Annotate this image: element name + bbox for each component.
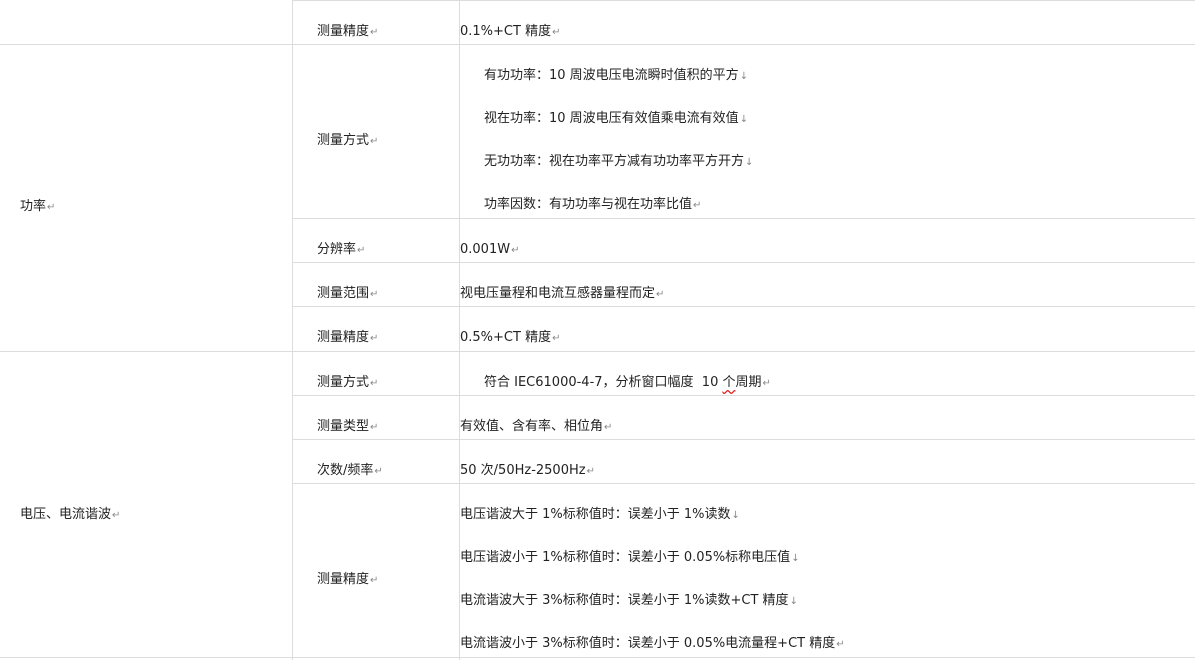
param-value-line: 无功功率：视在功率平方减有功功率平方开方↓ (484, 154, 754, 169)
param-value: 0.5%+CT 精度↵ (460, 330, 561, 345)
param-label: 分辨率↵ (317, 242, 366, 257)
param-label: 测量精度↵ (317, 24, 379, 39)
rule (0, 351, 1195, 352)
param-value-line: 电流谐波小于 3%标称值时：误差小于 0.05%电流量程+CT 精度↵ (460, 636, 845, 651)
col-divider-1 (292, 0, 293, 660)
param-label: 测量精度↵ (317, 330, 379, 345)
param-value-line: 功率因数：有功功率与视在功率比值↵ (484, 197, 702, 212)
rule (292, 262, 1195, 263)
param-value-line: 有功功率：10 周波电压电流瞬时值积的平方↓ (484, 68, 749, 83)
param-label: 测量方式↵ (317, 133, 379, 148)
param-value: 0.1%+CT 精度↵ (460, 24, 561, 39)
param-label: 测量范围↵ (317, 286, 379, 301)
group-label: 功率↵ (20, 199, 56, 214)
param-label: 测量方式↵ (317, 375, 379, 390)
param-label: 测量精度↵ (317, 572, 379, 587)
param-label: 测量类型↵ (317, 419, 379, 434)
param-label: 次数/频率↵ (317, 463, 383, 478)
group-label: 电压、电流谐波↵ (20, 507, 121, 522)
param-value: 50 次/50Hz-2500Hz↵ (460, 463, 595, 478)
param-value-line: 电流谐波大于 3%标称值时：误差小于 1%读数+CT 精度↓ (460, 593, 798, 608)
rule (292, 483, 1195, 484)
param-value: 有效值、含有率、相位角↵ (460, 419, 613, 434)
rule (292, 439, 1195, 440)
param-value: 视电压量程和电流互感器量程而定↵ (460, 286, 665, 301)
rule (0, 44, 1195, 45)
param-value-line: 电压谐波大于 1%标称值时：误差小于 1%读数↓ (460, 507, 740, 522)
rule (292, 218, 1195, 219)
param-value: 符合 IEC61000-4-7，分析窗口幅度 10 个周期↵ (484, 375, 771, 390)
rule-top (292, 0, 1195, 1)
rule-bottom (0, 657, 1195, 658)
rule (292, 306, 1195, 307)
param-value-line: 视在功率：10 周波电压有效值乘电流有效值↓ (484, 111, 749, 126)
rule (292, 395, 1195, 396)
param-value: 0.001W↵ (460, 242, 520, 257)
param-value-line: 电压谐波小于 1%标称值时：误差小于 0.05%标称电压值↓ (460, 550, 800, 565)
